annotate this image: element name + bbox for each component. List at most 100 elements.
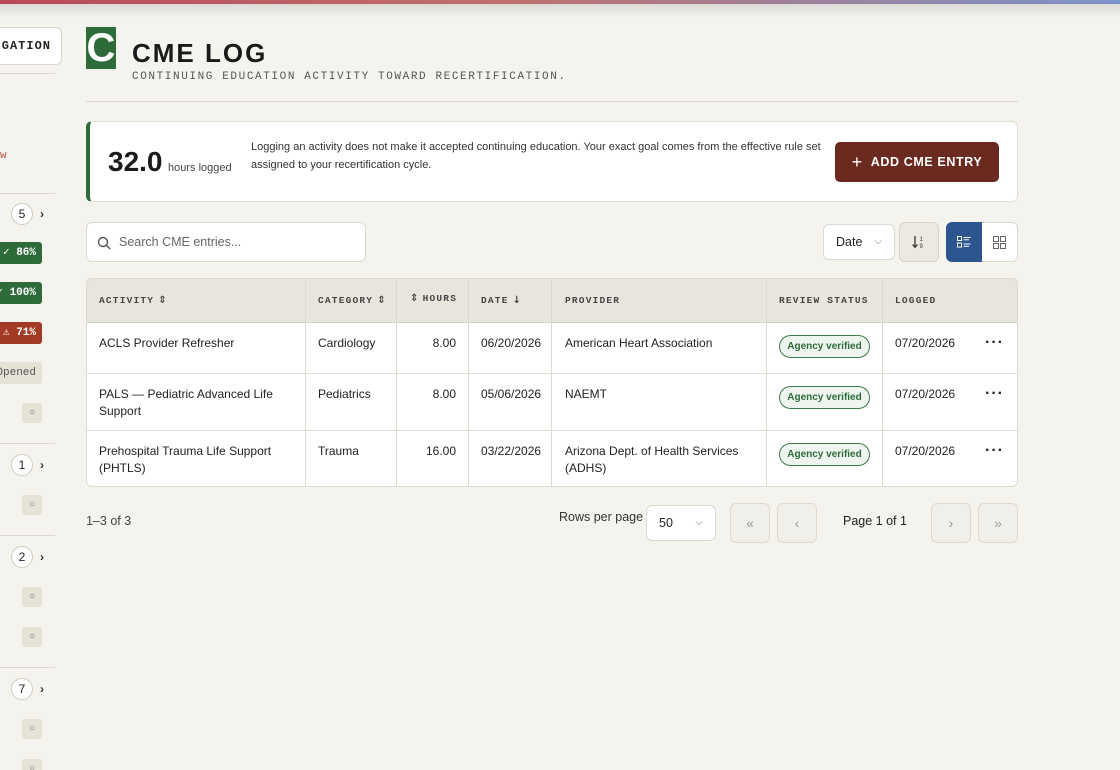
column-header-logged[interactable]: LOGGED [895, 279, 936, 323]
column-label: REVIEW STATUS [779, 295, 869, 306]
table-row[interactable]: ACLS Provider Refresher Cardiology 8.00 … [87, 323, 1017, 374]
cell-hours: 16.00 [425, 444, 456, 458]
sidebar-divider [0, 443, 55, 444]
sort-descending-icon: 1 9 [912, 236, 924, 249]
circle-icon: ○ [22, 627, 42, 647]
svg-text:9: 9 [920, 244, 924, 249]
summary-disclaimer: Logging an activity does not make it acc… [251, 141, 821, 171]
sidebar-divider [0, 193, 55, 194]
cell-activity: PALS — Pediatric Advanced Life Support [99, 387, 273, 418]
chevron-right-icon[interactable]: › [40, 458, 44, 472]
column-header-date[interactable]: DATE ↓ [481, 279, 522, 323]
sidebar: IGATION w 5 › ✓ 86% ✓ 100% ⚠ 71% Opened … [0, 0, 62, 770]
sort-icon: ⇕ [410, 293, 420, 304]
grid-view-icon [993, 235, 1006, 249]
circle-icon: ○ [22, 719, 42, 739]
cell-provider: NAEMT [565, 387, 607, 401]
column-label: LOGGED [895, 295, 937, 306]
column-label: DATE [481, 295, 509, 306]
chevron-down-icon: ⌵ [695, 517, 703, 528]
sidebar-opened-badge: Opened [0, 362, 42, 384]
column-header-category[interactable]: CATEGORY ⇕ [318, 279, 387, 323]
sort-direction-button[interactable]: 1 9 [899, 222, 939, 262]
plus-icon: + [851, 152, 863, 172]
add-cme-entry-button[interactable]: + ADD CME ENTRY [835, 142, 999, 182]
column-label: HOURS [422, 293, 458, 304]
last-page-button[interactable]: » [978, 503, 1018, 543]
table-row[interactable]: Prehospital Trauma Life Support (PHTLS) … [87, 431, 1017, 486]
status-badge: Agency verified [779, 386, 870, 409]
previous-page-button[interactable]: ‹ [777, 503, 817, 543]
search-input[interactable] [119, 223, 359, 261]
column-header-activity[interactable]: ACTIVITY ⇕ [99, 279, 168, 323]
sidebar-count-badge: 2 [11, 546, 33, 568]
row-actions-icon[interactable]: ··· [985, 442, 1004, 460]
rows-per-page-label: Rows per page [559, 510, 644, 524]
sidebar-progress-badge: ⚠ 71% [0, 322, 42, 344]
cell-activity: Prehospital Trauma Life Support (PHTLS) [99, 444, 272, 475]
cell-category: Pediatrics [318, 387, 371, 401]
results-range: 1–3 of 3 [86, 514, 132, 528]
top-shadow [0, 4, 1120, 18]
add-cme-entry-label: ADD CME ENTRY [870, 155, 983, 169]
sidebar-count-badge: 1 [11, 454, 33, 476]
circle-icon: ○ [22, 403, 42, 423]
column-header-review-status[interactable]: REVIEW STATUS [779, 279, 869, 323]
circle-icon: ○ [22, 759, 42, 770]
row-actions-icon[interactable]: ··· [985, 334, 1004, 352]
row-actions-icon[interactable]: ··· [985, 385, 1004, 403]
first-page-button[interactable]: « [730, 503, 770, 543]
rows-per-page-select[interactable]: 50 ⌵ [646, 505, 716, 541]
sort-icon: ⇕ [158, 295, 168, 306]
chevron-right-icon[interactable]: › [40, 682, 44, 696]
hours-summary-card: 32.0 hours logged Logging an activity do… [86, 121, 1018, 202]
cell-hours: 8.00 [432, 336, 456, 350]
cell-category: Trauma [318, 444, 359, 458]
column-label: PROVIDER [565, 295, 621, 306]
grid-view-toggle[interactable] [982, 222, 1018, 262]
page-subtitle: CONTINUING EDUCATION ACTIVITY TOWARD REC… [132, 71, 567, 83]
hours-logged-label: hours logged [168, 162, 232, 174]
column-header-provider[interactable]: PROVIDER [565, 279, 620, 323]
hours-logged-value: 32.0 [108, 146, 163, 177]
page-title: CME LOG [132, 38, 268, 68]
app-logo: C [86, 26, 116, 70]
list-view-toggle[interactable] [946, 222, 982, 262]
sidebar-count-badge: 5 [11, 203, 33, 225]
cell-date: 06/20/2026 [481, 336, 542, 350]
cell-date: 05/06/2026 [481, 387, 542, 401]
chevron-right-icon[interactable]: › [40, 550, 44, 564]
sidebar-divider [0, 73, 55, 74]
cme-table: ACTIVITY ⇕ CATEGORY ⇕ ⇕ HOURS DATE ↓ PROVIDE… [86, 278, 1018, 487]
table-row[interactable]: PALS — Pediatric Advanced Life Support P… [87, 374, 1017, 431]
status-badge: Agency verified [779, 335, 870, 358]
sort-field-select[interactable]: Date ⌵ [823, 224, 895, 260]
sidebar-divider [0, 535, 55, 536]
chevron-right-icon[interactable]: › [40, 207, 44, 221]
cell-provider: American Heart Association [565, 336, 713, 350]
search-icon [97, 236, 111, 250]
cell-activity: ACLS Provider Refresher [99, 336, 235, 350]
cell-date: 03/22/2026 [481, 444, 542, 458]
chevron-down-icon: ⌵ [874, 236, 882, 247]
cell-provider: Arizona Dept. of Health Services (ADHS) [565, 444, 739, 475]
column-header-hours[interactable]: ⇕ HOURS [410, 279, 457, 323]
header-divider [86, 101, 1018, 102]
column-label: CATEGORY [318, 295, 374, 306]
sidebar-divider [0, 667, 55, 668]
status-badge: Agency verified [779, 443, 870, 466]
next-page-button[interactable]: › [931, 503, 971, 543]
cell-logged: 07/20/2026 [895, 444, 956, 458]
search-box [86, 222, 366, 262]
sort-field-value: Date [836, 235, 863, 249]
column-label: ACTIVITY [99, 295, 155, 306]
double-chevron-right-icon: » [994, 515, 1002, 531]
sidebar-navigation-button[interactable]: IGATION [0, 27, 62, 65]
circle-icon: ○ [22, 495, 42, 515]
page-indicator: Page 1 of 1 [843, 514, 907, 528]
cell-hours: 8.00 [432, 387, 456, 401]
sidebar-alert-text: w [0, 150, 7, 162]
double-chevron-left-icon: « [746, 515, 754, 531]
sidebar-progress-badge: ✓ 86% [0, 242, 42, 264]
circle-icon: ○ [22, 587, 42, 607]
